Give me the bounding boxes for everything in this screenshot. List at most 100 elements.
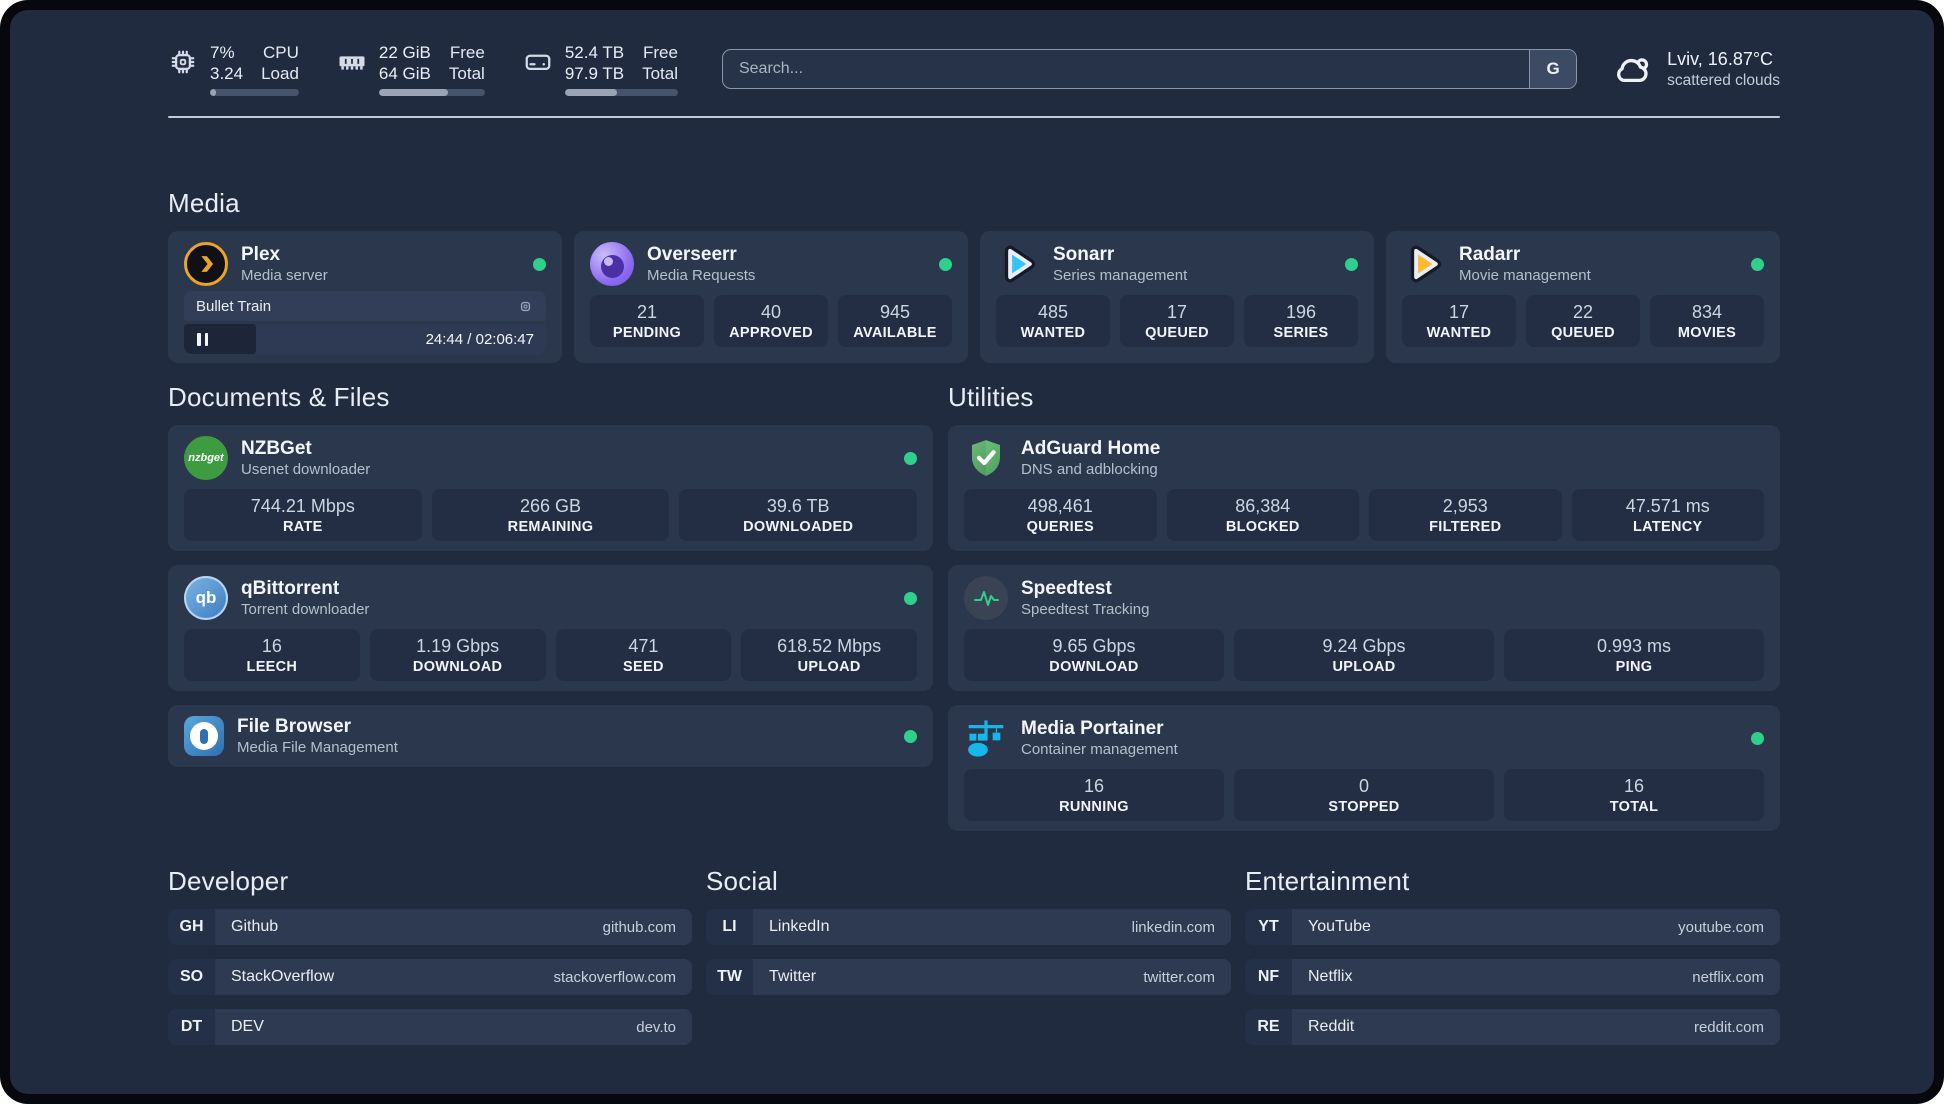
stat-box: 16 RUNNING	[964, 769, 1224, 821]
stat-label: QUERIES	[1026, 518, 1094, 535]
speedtest-icon	[964, 576, 1008, 620]
stat-label: WANTED	[1020, 324, 1086, 341]
stat-value: 39.6 TB	[766, 495, 830, 516]
pause-button[interactable]	[197, 332, 208, 346]
stat-value: 40	[760, 301, 782, 322]
stat-label: APPROVED	[729, 324, 813, 341]
stat-value: 744.21 Mbps	[250, 495, 355, 516]
cloud-icon	[1617, 58, 1649, 83]
stat-value: 47.571 ms	[1625, 495, 1710, 516]
adguard-card[interactable]: AdGuard Home DNS and adblocking 498,461 Q…	[948, 425, 1780, 551]
link-tag: YT	[1245, 909, 1292, 945]
link-name: Netflix	[1308, 968, 1353, 985]
plex-card[interactable]: Plex Media server Bullet Train 24:44 / 0…	[168, 231, 562, 363]
link-body: Netflix netflix.com	[1292, 959, 1780, 995]
stat-box: 618.52 Mbps UPLOAD	[741, 629, 917, 681]
link-body: Twitter twitter.com	[753, 959, 1231, 995]
nzbget-card[interactable]: nzbget NZBGet Usenet downloader 744.21 M…	[168, 425, 933, 551]
stat-label: TOTAL	[1609, 798, 1659, 815]
playback-progress-fill	[184, 324, 257, 354]
link-url: reddit.com	[1693, 1018, 1764, 1036]
stat-value: 834	[1691, 301, 1723, 322]
adguard-icon	[964, 436, 1008, 480]
section-documents: Documents & Files nzbget NZBGet Usenet d…	[168, 382, 933, 831]
stat-box: 0.993 ms PING	[1504, 629, 1764, 681]
memory-total-label: Total	[448, 63, 485, 83]
stat-value: 1.19 Gbps	[416, 635, 500, 656]
link-url: youtube.com	[1678, 918, 1764, 936]
link-row-youtube[interactable]: YT YouTube youtube.com	[1245, 909, 1780, 945]
stat-label: DOWNLOADED	[743, 518, 854, 535]
stat-value: 0.993 ms	[1596, 635, 1672, 656]
playback-progress-track[interactable]: 24:44 / 02:06:47	[184, 324, 546, 354]
documents-section-title: Documents & Files	[168, 382, 390, 412]
memory-progress-track	[378, 88, 485, 96]
link-row-github[interactable]: GH Github github.com	[168, 909, 692, 945]
stat-box: 47.571 ms LATENCY	[1571, 489, 1764, 541]
radarr-card[interactable]: Radarr Movie management 17 WANTED 22 QUEUED…	[1386, 231, 1780, 363]
memory-widget: 22 GiB Free 64 GiB Total	[337, 43, 485, 96]
link-row-dev[interactable]: DT DEV dev.to	[168, 1009, 692, 1045]
stat-value: 196	[1285, 301, 1317, 322]
sonarr-card[interactable]: Sonarr Series management 485 WANTED 17 QUEU…	[980, 231, 1374, 363]
social-links: LI LinkedIn linkedin.com TW Twitter twitter.c…	[706, 909, 1231, 995]
stat-value: 2,953	[1442, 495, 1488, 516]
weather-condition: scattered clouds	[1667, 72, 1780, 89]
weather-widget[interactable]: Lviv, 16.87°C scattered clouds	[1611, 48, 1780, 90]
app-name: Sonarr	[1053, 243, 1115, 265]
app-name: qBittorrent	[241, 577, 340, 599]
stat-box: 945 AVAILABLE	[838, 295, 952, 347]
link-name: YouTube	[1308, 918, 1371, 935]
memory-free-value: 22 GiB	[378, 42, 431, 62]
app-desc: Usenet downloader	[241, 460, 371, 478]
stat-value: 21	[636, 301, 658, 322]
stat-value: 0	[1358, 775, 1369, 796]
social-section-title: Social	[706, 866, 779, 896]
search-input[interactable]	[721, 49, 1578, 89]
system-topbar: 7% CPU 3.24 Load 22 GiB Free 64 GiB Tota…	[168, 38, 1780, 100]
qbittorrent-card[interactable]: qb qBittorrent Torrent downloader 16 LEEC…	[168, 565, 933, 691]
link-tag: DT	[168, 1009, 215, 1045]
media-section-title: Media	[168, 188, 240, 218]
memory-progress-fill	[378, 88, 448, 96]
link-row-netflix[interactable]: NF Netflix netflix.com	[1245, 959, 1780, 995]
overseerr-card[interactable]: Overseerr Media Requests 21 PENDING 40 APPR…	[574, 231, 968, 363]
memory-total-value: 64 GiB	[378, 63, 431, 83]
portainer-icon	[964, 716, 1008, 760]
stat-label: PENDING	[612, 324, 682, 341]
link-sections: Developer GH Github github.com SO StackOverf…	[168, 866, 1780, 1059]
link-row-stackoverflow[interactable]: SO StackOverflow stackoverflow.com	[168, 959, 692, 995]
disk-icon	[525, 54, 551, 70]
stat-box: 266 GB REMAINING	[431, 489, 670, 541]
link-row-linkedin[interactable]: LI LinkedIn linkedin.com	[706, 909, 1231, 945]
link-name: StackOverflow	[231, 968, 335, 985]
link-row-twitter[interactable]: TW Twitter twitter.com	[706, 959, 1231, 995]
stat-box: 0 STOPPED	[1234, 769, 1494, 821]
link-url: linkedin.com	[1131, 918, 1215, 936]
link-row-reddit[interactable]: RE Reddit reddit.com	[1245, 1009, 1780, 1045]
stat-label: FILTERED	[1429, 518, 1502, 535]
stat-value: 618.52 Mbps	[777, 635, 882, 656]
section-utilities: Utilities AdGuard Home DNS and adblockin…	[948, 382, 1780, 831]
stat-box: 39.6 TB DOWNLOADED	[679, 489, 918, 541]
stat-box: 40 APPROVED	[714, 295, 828, 347]
stat-label: UPLOAD	[797, 658, 861, 675]
link-url: twitter.com	[1143, 968, 1215, 986]
portainer-card[interactable]: Media Portainer Container management 16 R…	[948, 705, 1780, 831]
stat-label: LATENCY	[1633, 518, 1703, 535]
filebrowser-card[interactable]: File Browser Media File Management	[168, 705, 933, 767]
speedtest-card[interactable]: Speedtest Speedtest Tracking 9.65 Gbps DO…	[948, 565, 1780, 691]
stat-value: 86,384	[1235, 495, 1291, 516]
app-name: AdGuard Home	[1021, 437, 1161, 459]
search-engine-button[interactable]: G	[1529, 50, 1577, 88]
stat-label: MOVIES	[1677, 324, 1737, 341]
entertainment-section-title: Entertainment	[1245, 866, 1410, 896]
radarr-icon	[1402, 242, 1446, 286]
link-tag: TW	[706, 959, 753, 995]
app-desc: Movie management	[1459, 266, 1591, 284]
entertainment-links: YT YouTube youtube.com NF Netflix netflix.com…	[1245, 909, 1780, 1045]
link-name: DEV	[231, 1018, 264, 1035]
stat-label: BLOCKED	[1225, 518, 1300, 535]
stats-row: 9.65 Gbps DOWNLOAD 9.24 Gbps UPLOAD 0.993 ms…	[964, 629, 1764, 681]
stat-label: DOWNLOAD	[1049, 658, 1139, 675]
